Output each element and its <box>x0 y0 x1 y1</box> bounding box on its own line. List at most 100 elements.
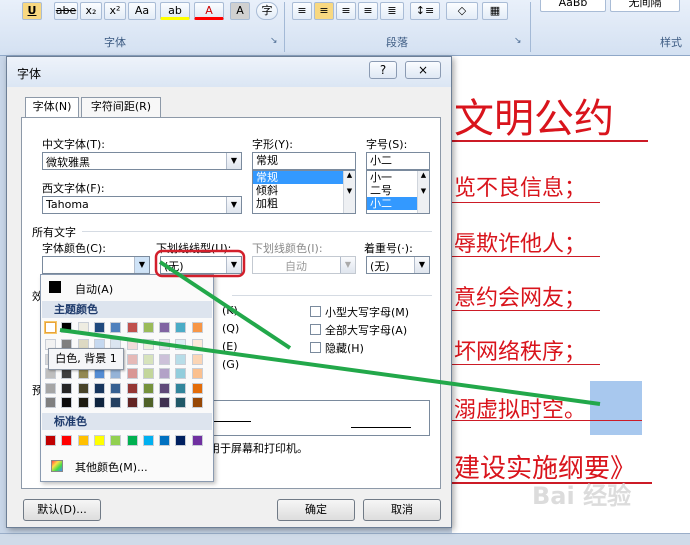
theme-color-swatch[interactable] <box>191 322 203 333</box>
standard-color-swatch[interactable] <box>77 435 89 446</box>
theme-color-swatch[interactable] <box>45 397 56 408</box>
font-size-input[interactable]: 小二 <box>366 152 430 170</box>
default-button[interactable]: 默认(D)... <box>23 499 101 521</box>
font-color-combo[interactable]: ▼ <box>42 256 150 274</box>
superscript-button[interactable]: x² <box>104 2 126 20</box>
justify-icon[interactable]: ≡ <box>358 2 378 20</box>
theme-color-swatch[interactable] <box>93 322 105 333</box>
theme-color-swatch[interactable] <box>159 339 171 350</box>
theme-color-swatch[interactable] <box>175 353 187 365</box>
enclose-char-button[interactable]: 字 <box>256 2 278 20</box>
theme-color-swatch[interactable] <box>126 339 138 350</box>
font-dialog-launcher-icon[interactable]: ↘ <box>270 36 278 46</box>
standard-color-swatch[interactable] <box>191 435 203 446</box>
theme-color-swatch[interactable] <box>77 382 89 394</box>
char-shading-button[interactable]: A <box>230 2 250 20</box>
theme-color-swatch[interactable] <box>142 339 154 350</box>
theme-color-swatch[interactable] <box>142 368 154 379</box>
highlight-button[interactable]: ab <box>160 2 190 20</box>
theme-color-swatch[interactable] <box>175 322 187 333</box>
standard-color-swatch[interactable] <box>142 435 154 446</box>
shading-icon[interactable]: ◇ <box>446 2 478 20</box>
theme-color-swatch[interactable] <box>191 382 203 394</box>
western-font-combo[interactable]: Tahoma ▼ <box>42 196 242 214</box>
checkbox-box[interactable] <box>310 342 321 353</box>
list-item[interactable]: 倾斜 <box>253 184 355 197</box>
standard-color-swatch[interactable] <box>45 435 56 446</box>
distributed-icon[interactable]: ≣ <box>380 2 404 20</box>
dropdown-arrow-icon[interactable]: ▼ <box>226 153 241 169</box>
theme-color-swatch[interactable] <box>77 322 89 333</box>
theme-color-swatch[interactable] <box>61 397 73 408</box>
theme-color-swatch[interactable] <box>191 353 203 365</box>
line-spacing-icon[interactable]: ↕≡ <box>410 2 440 20</box>
font-style-input[interactable]: 常规 <box>252 152 356 170</box>
dropdown-arrow-icon[interactable]: ▼ <box>134 257 149 273</box>
ok-button[interactable]: 确定 <box>277 499 355 521</box>
checkbox-box[interactable] <box>310 324 321 335</box>
theme-color-swatch[interactable] <box>126 397 138 408</box>
strikethrough-button[interactable]: abe <box>54 2 78 20</box>
paragraph-dialog-launcher-icon[interactable]: ↘ <box>514 36 522 46</box>
underline-type-combo[interactable]: (无) ▼ <box>160 256 242 274</box>
small-caps-checkbox[interactable]: 小型大写字母(M) <box>310 304 409 320</box>
hidden-checkbox[interactable]: 隐藏(H) <box>310 340 364 356</box>
theme-color-swatch[interactable] <box>142 322 154 333</box>
more-colors-option[interactable]: 其他颜色(M)... <box>45 457 211 475</box>
style-no-spacing[interactable]: 无间隔 <box>610 0 680 12</box>
theme-color-swatch[interactable] <box>159 353 171 365</box>
theme-color-swatch[interactable] <box>61 382 73 394</box>
dropdown-arrow-icon[interactable]: ▼ <box>414 257 429 273</box>
standard-color-swatch[interactable] <box>110 435 122 446</box>
borders-icon[interactable]: ▦ <box>482 2 508 20</box>
theme-color-swatch[interactable] <box>45 322 56 333</box>
dropdown-arrow-icon[interactable]: ▼ <box>226 197 241 213</box>
theme-color-swatch[interactable] <box>175 339 187 350</box>
standard-color-swatch[interactable] <box>159 435 171 446</box>
theme-color-swatch[interactable] <box>45 382 56 394</box>
theme-color-swatch[interactable] <box>175 397 187 408</box>
theme-color-swatch[interactable] <box>159 382 171 394</box>
close-button[interactable]: × <box>405 61 441 79</box>
theme-color-swatch[interactable] <box>77 397 89 408</box>
theme-color-swatch[interactable] <box>110 322 122 333</box>
dialog-titlebar[interactable]: 字体 ? × <box>7 57 451 87</box>
standard-color-swatch[interactable] <box>126 435 138 446</box>
theme-color-swatch[interactable] <box>110 382 122 394</box>
document-page[interactable]: 文明公约 览不良信息； 辱欺诈他人； 意约会网友； 坏网络秩序； 溺虚拟时空。 … <box>452 56 690 533</box>
theme-color-swatch[interactable] <box>142 397 154 408</box>
auto-color-option[interactable]: 自动(A) <box>45 279 211 297</box>
standard-color-swatch[interactable] <box>93 435 105 446</box>
tab-font[interactable]: 字体(N) <box>25 97 79 118</box>
theme-color-swatch[interactable] <box>61 322 73 333</box>
font-size-list[interactable]: 小一 二号 小二 ▲ ▼ <box>366 170 430 214</box>
list-item[interactable]: 常规 <box>253 171 355 184</box>
emphasis-combo[interactable]: (无) ▼ <box>366 256 430 274</box>
theme-color-swatch[interactable] <box>175 382 187 394</box>
theme-color-swatch[interactable] <box>93 397 105 408</box>
theme-color-swatch[interactable] <box>191 339 203 350</box>
dropdown-arrow-icon[interactable]: ▼ <box>226 257 241 273</box>
align-right-icon[interactable]: ≡ <box>336 2 356 20</box>
theme-color-swatch[interactable] <box>142 353 154 365</box>
chinese-font-combo[interactable]: 微软雅黑 ▼ <box>42 152 242 170</box>
scrollbar[interactable]: ▲ ▼ <box>417 171 429 213</box>
theme-color-swatch[interactable] <box>126 353 138 365</box>
standard-color-swatch[interactable] <box>175 435 187 446</box>
theme-color-swatch[interactable] <box>159 368 171 379</box>
theme-color-swatch[interactable] <box>175 368 187 379</box>
theme-color-swatch[interactable] <box>110 397 122 408</box>
subscript-button[interactable]: x₂ <box>80 2 102 20</box>
underline-button[interactable]: U <box>22 2 42 20</box>
theme-color-swatch[interactable] <box>191 368 203 379</box>
help-button[interactable]: ? <box>369 61 397 79</box>
change-case-button[interactable]: Aa <box>128 2 156 20</box>
all-caps-checkbox[interactable]: 全部大写字母(A) <box>310 322 407 338</box>
scrollbar[interactable]: ▲ ▼ <box>343 171 355 213</box>
align-center-icon[interactable]: ≡ <box>314 2 334 20</box>
tab-char-spacing[interactable]: 字符间距(R) <box>81 97 161 117</box>
checkbox-box[interactable] <box>310 306 321 317</box>
font-style-list[interactable]: 常规 倾斜 加粗 ▲ ▼ <box>252 170 356 214</box>
theme-color-swatch[interactable] <box>126 322 138 333</box>
list-item[interactable]: 加粗 <box>253 197 355 210</box>
